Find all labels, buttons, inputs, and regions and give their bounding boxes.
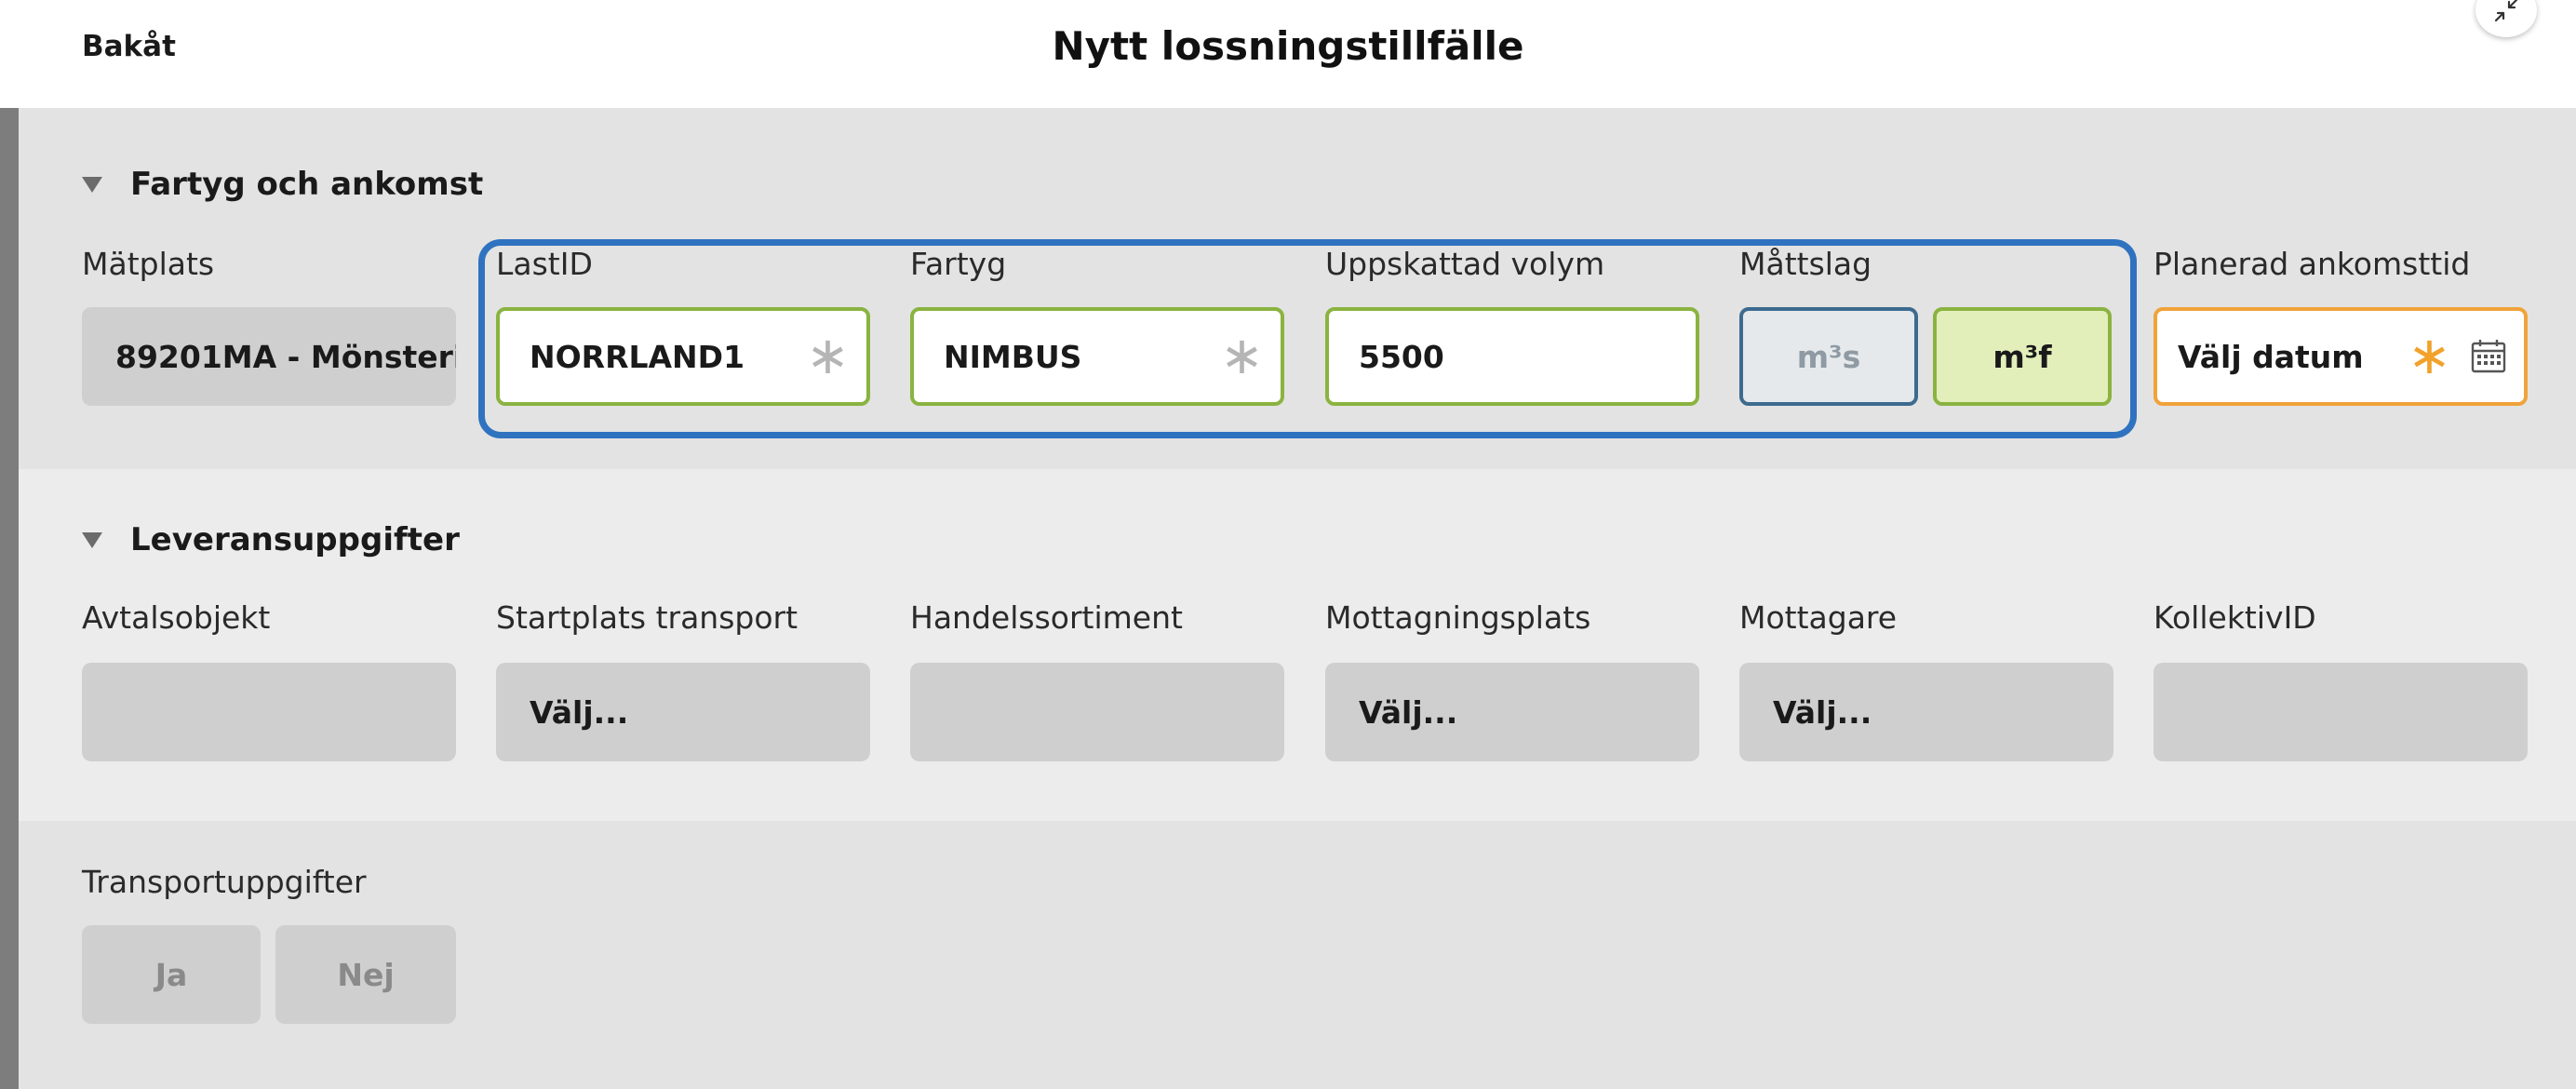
- calendar-icon[interactable]: [2470, 338, 2507, 375]
- startplats-text: Välj...: [530, 693, 629, 731]
- avtalsobjekt-value: [82, 663, 456, 761]
- mottagningsplats-text: Välj...: [1359, 693, 1458, 731]
- startplats-label: Startplats transport: [496, 599, 798, 636]
- ankomst-placeholder: Välj datum: [2178, 338, 2364, 375]
- lastid-field: LastID: [496, 244, 593, 285]
- mattslag-field: Måttslag: [1739, 244, 1872, 285]
- ankomst-field: Planerad ankomsttid: [2153, 244, 2470, 285]
- kollektivid-value: [2153, 663, 2528, 761]
- mattslag-label: Måttslag: [1739, 246, 1872, 282]
- matplats-label: Mätplats: [82, 246, 215, 282]
- mottagningsplats-label: Mottagningsplats: [1325, 599, 1591, 636]
- section-toggle-leverans[interactable]: Leveransuppgifter: [82, 519, 460, 560]
- collapse-triangle-icon: [82, 531, 102, 548]
- avtalsobjekt-label: Avtalsobjekt: [82, 599, 271, 636]
- lastid-input[interactable]: NORRLAND1 ∗: [496, 307, 870, 406]
- mottagare-field: Mottagare: [1739, 598, 1897, 639]
- required-asterisk-icon: ∗: [2408, 326, 2451, 386]
- section-toggle-fartyg[interactable]: Fartyg och ankomst: [82, 164, 483, 205]
- lastid-label: LastID: [496, 246, 593, 282]
- volym-text: 5500: [1359, 338, 1444, 375]
- volym-input[interactable]: 5500: [1325, 307, 1699, 406]
- collapse-arrows-icon: [2494, 0, 2518, 22]
- volym-label: Uppskattad volym: [1325, 246, 1605, 282]
- page-header: Bakåt Nytt lossningstillfälle: [0, 0, 2576, 108]
- ankomst-label: Planerad ankomsttid: [2153, 246, 2471, 282]
- avtalsobjekt-field: Avtalsobjekt: [82, 598, 270, 639]
- unit-m3s-button[interactable]: m³s: [1739, 307, 1918, 406]
- kollektivid-field: KollektivID: [2153, 598, 2316, 639]
- section-fartyg-och-ankomst: Fartyg och ankomst: [19, 108, 2576, 469]
- transport-label: Transportuppgifter: [82, 864, 367, 900]
- kollektivid-label: KollektivID: [2153, 599, 2316, 636]
- mottagningsplats-field: Mottagningsplats: [1325, 598, 1590, 639]
- matplats-field: Mätplats: [82, 244, 214, 285]
- handelssortiment-field: Handelssortiment: [910, 598, 1183, 639]
- handelssortiment-label: Handelssortiment: [910, 599, 1183, 636]
- unit-m3f-button[interactable]: m³f: [1933, 307, 2112, 406]
- transport-yes-button[interactable]: Ja: [82, 925, 261, 1024]
- handelssortiment-value: [910, 663, 1284, 761]
- transport-no-button[interactable]: Nej: [275, 925, 456, 1024]
- collapse-triangle-icon: [82, 176, 102, 193]
- fartyg-field: Fartyg: [910, 244, 1006, 285]
- matplats-value: 89201MA - Mönsteri: [82, 307, 456, 406]
- section-leveransuppgifter: Leveransuppgifter: [19, 469, 2576, 821]
- section-title: Fartyg och ankomst: [130, 166, 484, 203]
- ankomst-date-picker[interactable]: Välj datum ∗: [2153, 307, 2528, 406]
- startplats-field: Startplats transport: [496, 598, 798, 639]
- mottagare-select[interactable]: Välj...: [1739, 663, 2113, 761]
- mottagare-text: Välj...: [1773, 693, 1872, 731]
- lastid-text: NORRLAND1: [530, 338, 745, 375]
- fartyg-text: NIMBUS: [944, 338, 1082, 375]
- matplats-text: 89201MA - Mönsteri: [115, 338, 456, 375]
- mottagare-label: Mottagare: [1739, 599, 1898, 636]
- fartyg-input[interactable]: NIMBUS ∗: [910, 307, 1284, 406]
- section-title: Leveransuppgifter: [130, 521, 460, 558]
- startplats-select[interactable]: Välj...: [496, 663, 870, 761]
- transport-field: Transportuppgifter: [82, 862, 367, 903]
- required-asterisk-icon: ∗: [806, 326, 850, 386]
- app-root: Bakåt Nytt lossningstillfälle Fartyg och…: [0, 0, 2576, 1089]
- required-asterisk-icon: ∗: [1220, 326, 1264, 386]
- page-title: Nytt lossningstillfälle: [1052, 23, 1524, 69]
- fartyg-label: Fartyg: [910, 246, 1007, 282]
- volym-field: Uppskattad volym: [1325, 244, 1604, 285]
- left-accent-bar: [0, 108, 19, 1089]
- mottagningsplats-select[interactable]: Välj...: [1325, 663, 1699, 761]
